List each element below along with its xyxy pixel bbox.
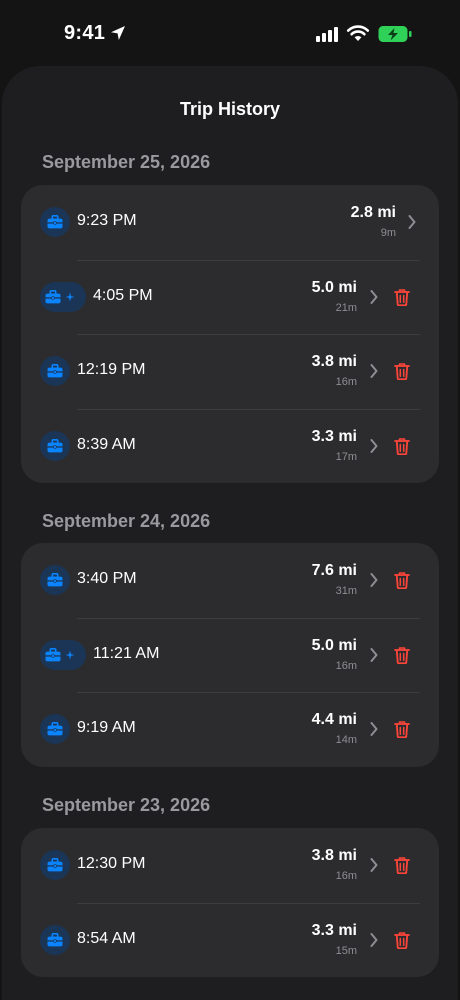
briefcase-icon [47, 858, 63, 872]
trip-category-badge [40, 714, 70, 744]
cellular-signal-icon [316, 27, 338, 42]
trip-list-card: 3:40 PM 7.6 mi 31m 11:21 AM 5.0 mi 16m 9:19 … [21, 543, 439, 767]
trip-duration: 9m [380, 227, 396, 239]
trip-distance: 3.3 mi [311, 921, 357, 939]
trip-time: 12:30 PM [77, 855, 146, 872]
trip-history-sheet: Trip History September 25, 2026 9:23 PM 2… [2, 66, 458, 1000]
trip-time: 3:40 PM [77, 570, 137, 587]
trip-distance: 3.3 mi [311, 427, 357, 445]
trip-distance: 3.8 mi [311, 353, 357, 370]
trip-distance: 7.6 mi [311, 562, 357, 579]
trip-list-card: 9:23 PM 2.8 mi 9m 4:05 PM 5.0 mi 21m 12:19 P… [21, 185, 439, 483]
chevron-right-icon[interactable] [408, 215, 416, 229]
plus-sparkle-icon [65, 650, 75, 659]
trip-duration: 21m [335, 301, 357, 314]
trip-row[interactable]: 9:19 AM 4.4 mi 14m [21, 692, 439, 767]
trip-time: 9:23 PM [77, 212, 137, 229]
briefcase-icon [45, 289, 61, 303]
trip-duration: 16m [335, 659, 357, 672]
delete-trip-icon[interactable] [394, 571, 410, 589]
briefcase-icon [47, 573, 63, 587]
status-bar: 9:41 [0, 0, 460, 66]
trip-category-badge [40, 356, 70, 386]
trip-category-badge [40, 281, 86, 312]
section-date-header: September 25, 2026 [42, 152, 211, 172]
briefcase-icon [47, 438, 63, 452]
trip-duration: 16m [335, 870, 357, 882]
chevron-right-icon[interactable] [370, 364, 378, 378]
trip-duration: 17m [335, 450, 357, 463]
trip-duration: 31m [335, 585, 357, 597]
trip-category-badge [40, 565, 70, 595]
briefcase-icon [47, 364, 63, 378]
trip-row[interactable]: 9:23 PM 2.8 mi 9m [21, 185, 439, 260]
delete-trip-icon[interactable] [394, 720, 410, 738]
trip-distance: 3.8 mi [311, 847, 357, 864]
trip-row[interactable]: 11:21 AM 5.0 mi 16m [21, 617, 439, 693]
plus-sparkle-icon [65, 292, 75, 301]
status-time: 9:41 [64, 22, 106, 44]
trip-time: 9:19 AM [77, 719, 136, 736]
trip-row[interactable]: 8:54 AM 3.3 mi 15m [21, 902, 439, 978]
battery-charging-icon [378, 26, 412, 42]
trip-category-badge [40, 430, 70, 461]
trip-duration: 14m [335, 734, 357, 746]
trip-category-badge [40, 639, 86, 670]
briefcase-icon [47, 215, 63, 229]
delete-trip-icon[interactable] [394, 288, 410, 306]
section-date-header: September 24, 2026 [42, 511, 211, 531]
delete-trip-icon[interactable] [394, 437, 410, 455]
delete-trip-icon[interactable] [394, 931, 410, 949]
trip-distance: 5.0 mi [311, 636, 357, 654]
trip-row[interactable]: 12:30 PM 3.8 mi 16m [21, 828, 439, 903]
trip-row[interactable]: 4:05 PM 5.0 mi 21m [21, 259, 439, 335]
chevron-right-icon[interactable] [370, 438, 378, 453]
chevron-right-icon[interactable] [370, 858, 378, 872]
page-title: Trip History [179, 99, 281, 119]
briefcase-icon [45, 647, 61, 661]
trip-category-badge [40, 207, 70, 237]
trip-time: 11:21 AM [93, 644, 160, 662]
trip-duration: 16m [335, 376, 357, 388]
location-arrow-icon [111, 26, 125, 40]
chevron-right-icon[interactable] [370, 722, 378, 736]
trip-time: 4:05 PM [93, 286, 153, 304]
trip-distance: 2.8 mi [350, 204, 396, 221]
trip-category-badge [40, 850, 70, 880]
delete-trip-icon[interactable] [394, 646, 410, 664]
trip-row[interactable]: 8:39 AM 3.3 mi 17m [21, 408, 439, 484]
briefcase-icon [47, 932, 63, 946]
section-date-header: September 23, 2026 [42, 795, 211, 815]
wifi-icon [346, 25, 370, 41]
trip-distance: 4.4 mi [311, 711, 357, 728]
trip-distance: 5.0 mi [311, 278, 357, 296]
trip-time: 8:54 AM [77, 929, 136, 947]
trip-list-card: 12:30 PM 3.8 mi 16m 8:54 AM 3.3 mi 15m [21, 828, 439, 977]
chevron-right-icon[interactable] [370, 647, 378, 662]
trip-time: 8:39 AM [77, 435, 136, 453]
trip-row[interactable]: 12:19 PM 3.8 mi 16m [21, 334, 439, 409]
delete-trip-icon[interactable] [394, 362, 410, 380]
chevron-right-icon[interactable] [370, 573, 378, 587]
delete-trip-icon[interactable] [394, 856, 410, 874]
trip-category-badge [40, 924, 70, 955]
trip-row[interactable]: 3:40 PM 7.6 mi 31m [21, 543, 439, 618]
chevron-right-icon[interactable] [370, 932, 378, 947]
trip-duration: 15m [335, 944, 357, 957]
chevron-right-icon[interactable] [370, 289, 378, 304]
trip-time: 12:19 PM [77, 361, 146, 378]
briefcase-icon [47, 722, 63, 736]
